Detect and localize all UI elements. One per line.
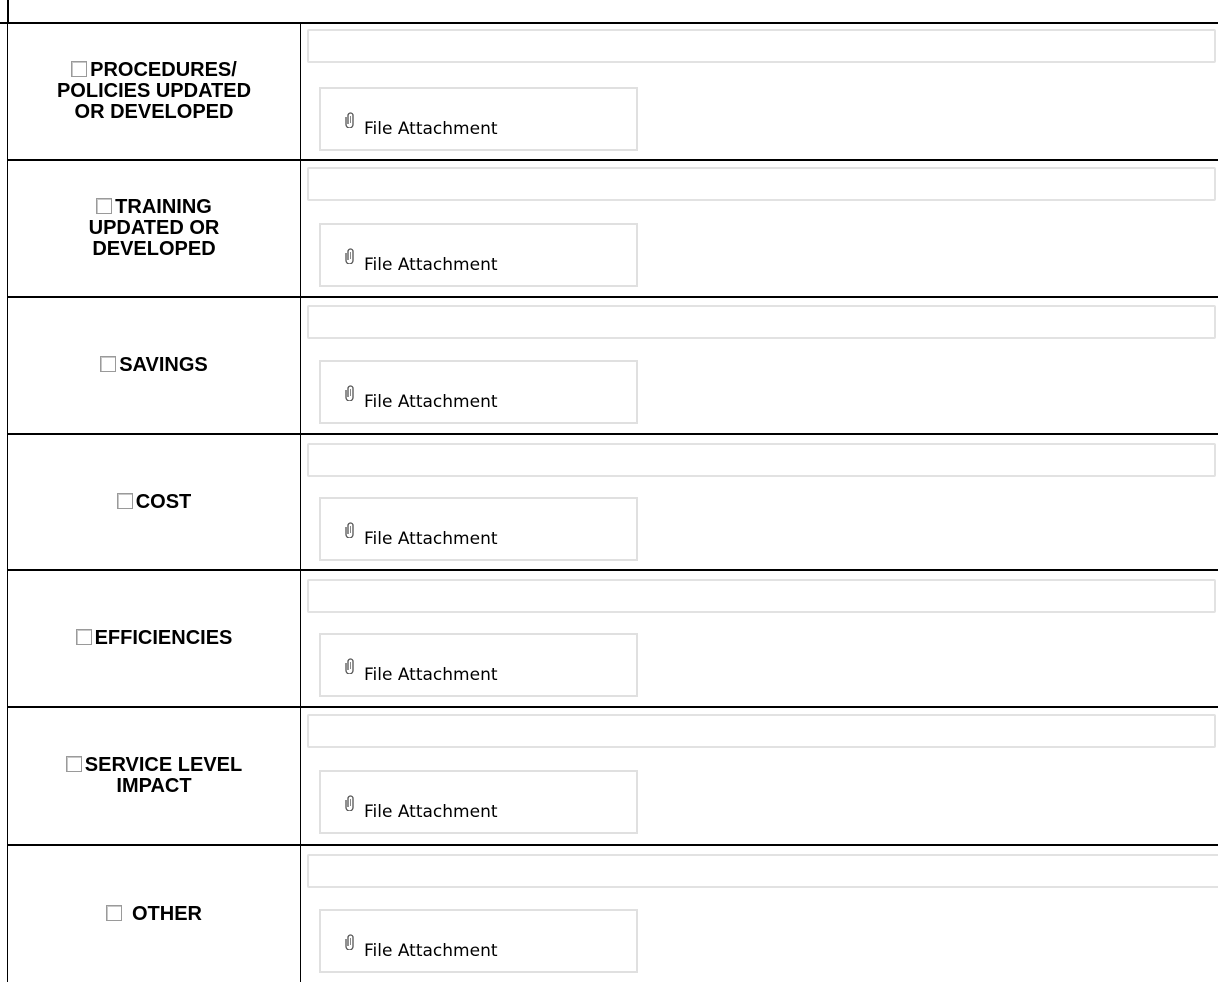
cell-divider <box>300 298 301 435</box>
table-row: PROCEDURES/ POLICIES UPDATED OR DEVELOPE… <box>7 24 1218 161</box>
table-row: OTHER File Attachment <box>7 846 1218 982</box>
checkbox-icon[interactable] <box>65 756 82 772</box>
checkbox-icon[interactable] <box>116 492 133 509</box>
text-field[interactable] <box>307 443 1216 477</box>
table-row: SAVINGS File Attachment <box>7 298 1218 435</box>
text-field[interactable] <box>307 854 1218 888</box>
attachment-label: File Attachment <box>364 802 498 822</box>
label-text-line3: OR DEVELOPED <box>74 101 234 123</box>
text-field[interactable] <box>307 305 1216 339</box>
row-label: OTHER <box>106 902 202 925</box>
attachment-label: File Attachment <box>364 392 498 412</box>
row-label: COST <box>116 490 192 513</box>
table-row: EFFICIENCIES File Attachment <box>7 571 1218 708</box>
cell-divider <box>300 846 301 982</box>
label-cell: SERVICE LEVEL IMPACT <box>8 708 300 844</box>
label-cell: OTHER <box>8 846 300 982</box>
checkbox-icon[interactable] <box>96 198 113 214</box>
checkbox-icon[interactable] <box>100 356 117 372</box>
label-text-line3: DEVELOPED <box>92 238 216 260</box>
attachment-label: File Attachment <box>364 255 498 275</box>
row-label: TRAINING UPDATED OR DEVELOPED <box>89 197 220 260</box>
label-cell: TRAINING UPDATED OR DEVELOPED <box>8 161 300 296</box>
label-text-line2: IMPACT <box>116 775 192 797</box>
file-attachment-button[interactable]: File Attachment <box>319 770 638 834</box>
label-cell: SAVINGS <box>8 298 300 433</box>
label-text: COST <box>135 490 192 513</box>
attachment-label: File Attachment <box>364 941 498 961</box>
paperclip-icon <box>345 658 354 674</box>
checkbox-icon[interactable] <box>106 904 122 921</box>
paperclip-icon <box>345 522 354 538</box>
file-attachment-button[interactable]: File Attachment <box>319 633 638 697</box>
paperclip-icon <box>345 795 354 811</box>
text-field[interactable] <box>307 579 1216 613</box>
table-row: COST File Attachment <box>7 435 1218 571</box>
cell-divider <box>300 708 301 846</box>
cell-divider <box>300 571 301 708</box>
label-cell: PROCEDURES/ POLICIES UPDATED OR DEVELOPE… <box>8 24 300 159</box>
table-left-border <box>7 0 9 24</box>
table-row: SERVICE LEVEL IMPACT File Attachment <box>7 708 1218 846</box>
file-attachment-button[interactable]: File Attachment <box>319 360 638 424</box>
row-label: SAVINGS <box>100 355 208 376</box>
checkbox-icon[interactable] <box>75 629 92 645</box>
attachment-label: File Attachment <box>364 665 498 685</box>
label-text-line1: TRAINING <box>115 196 212 218</box>
file-attachment-button[interactable]: File Attachment <box>319 223 638 287</box>
table-row: TRAINING UPDATED OR DEVELOPED File Attac… <box>7 161 1218 298</box>
file-attachment-button[interactable]: File Attachment <box>319 909 638 973</box>
attachment-label: File Attachment <box>364 529 498 549</box>
row-label: EFFICIENCIES <box>75 627 233 649</box>
attachment-label: File Attachment <box>364 119 498 139</box>
label-text: EFFICIENCIES <box>94 627 233 649</box>
cell-divider <box>300 435 301 571</box>
label-text-line2: POLICIES UPDATED <box>56 80 252 102</box>
checkbox-icon[interactable] <box>71 61 88 77</box>
row-label: SERVICE LEVEL IMPACT <box>65 754 243 797</box>
label-cell: EFFICIENCIES <box>8 571 300 706</box>
text-field[interactable] <box>307 167 1216 201</box>
label-cell: COST <box>8 435 300 569</box>
cell-divider <box>300 24 301 161</box>
file-attachment-button[interactable]: File Attachment <box>319 497 638 561</box>
paperclip-icon <box>345 248 354 264</box>
paperclip-icon <box>345 385 354 401</box>
label-text-line1: SERVICE LEVEL <box>84 754 243 776</box>
cell-divider <box>300 161 301 298</box>
paperclip-icon <box>345 112 354 128</box>
paperclip-icon <box>345 934 354 950</box>
file-attachment-button[interactable]: File Attachment <box>319 87 638 151</box>
label-text: SAVINGS <box>119 354 208 376</box>
label-text: OTHER <box>132 902 202 925</box>
row-label: PROCEDURES/ POLICIES UPDATED OR DEVELOPE… <box>57 60 251 123</box>
text-field[interactable] <box>307 714 1216 748</box>
label-text-line1: PROCEDURES/ <box>90 59 237 81</box>
text-field[interactable] <box>307 29 1216 63</box>
label-text-line2: UPDATED OR <box>88 217 220 239</box>
